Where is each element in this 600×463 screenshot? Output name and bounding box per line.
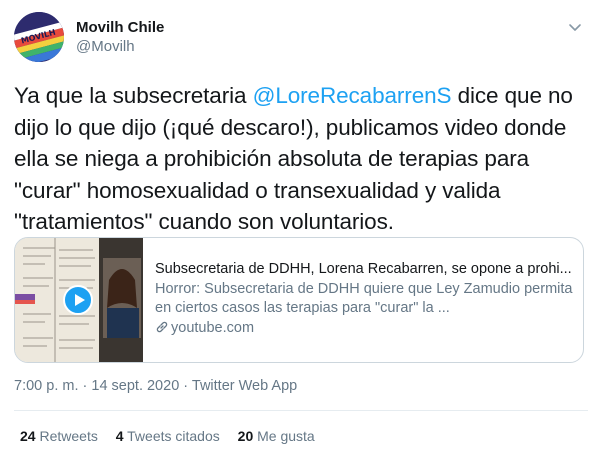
tweet-meta: 7:00 p. m. · 14 sept. 2020 · Twitter Web… xyxy=(14,378,297,394)
tweet-stats: 24 Retweets 4 Tweets citados 20 Me gusta xyxy=(20,428,329,444)
tweet-header: MOVILH Movilh Chile @Movilh xyxy=(14,12,588,62)
card-title[interactable]: Subsecretaria de DDHH, Lorena Recabarren… xyxy=(155,260,577,280)
avatar-logo-icon: MOVILH xyxy=(14,12,64,62)
retweets-count: 24 xyxy=(20,428,36,444)
card-text: Subsecretaria de DDHH, Lorena Recabarren… xyxy=(155,260,577,338)
quotes-count: 4 xyxy=(115,428,124,444)
retweets-label: Retweets xyxy=(39,428,98,444)
card-domain-text: youtube.com xyxy=(171,319,255,336)
card-description: Horror: Subsecretaria de DDHH quiere que… xyxy=(155,280,573,317)
tweet-source[interactable]: Twitter Web App xyxy=(192,378,297,394)
tweet: MOVILH Movilh Chile @Movilh Ya que la su… xyxy=(0,0,600,463)
likes-stat[interactable]: 20 Me gusta xyxy=(238,428,315,444)
author-names: Movilh Chile @Movilh xyxy=(76,18,164,56)
tweet-date[interactable]: 14 sept. 2020 xyxy=(91,378,179,394)
mention-link[interactable]: @LoreRecabarrenS xyxy=(253,83,452,108)
meta-separator: · xyxy=(78,378,92,394)
quotes-stat[interactable]: 4 Tweets citados xyxy=(116,428,220,444)
video-thumbnail[interactable] xyxy=(15,238,143,362)
chevron-down-icon[interactable] xyxy=(566,18,584,36)
link-icon xyxy=(156,321,168,332)
link-card[interactable]: Subsecretaria de DDHH, Lorena Recabarren… xyxy=(14,237,584,363)
meta-separator: · xyxy=(179,378,192,394)
avatar[interactable]: MOVILH xyxy=(14,12,64,62)
tweet-text-before: Ya que la subsecretaria xyxy=(14,83,253,108)
divider xyxy=(14,410,588,411)
quotes-label: Tweets citados xyxy=(127,428,220,444)
retweets-stat[interactable]: 24 Retweets xyxy=(20,428,98,444)
card-domain: youtube.com xyxy=(155,319,577,339)
play-icon[interactable] xyxy=(63,285,93,315)
likes-count: 20 xyxy=(237,428,254,444)
display-name[interactable]: Movilh Chile xyxy=(76,18,164,37)
tweet-time[interactable]: 7:00 p. m. xyxy=(14,378,78,394)
likes-label: Me gusta xyxy=(257,428,315,444)
handle[interactable]: @Movilh xyxy=(76,37,164,56)
tweet-text: Ya que la subsecretaria @LoreRecabarrenS… xyxy=(14,80,588,238)
